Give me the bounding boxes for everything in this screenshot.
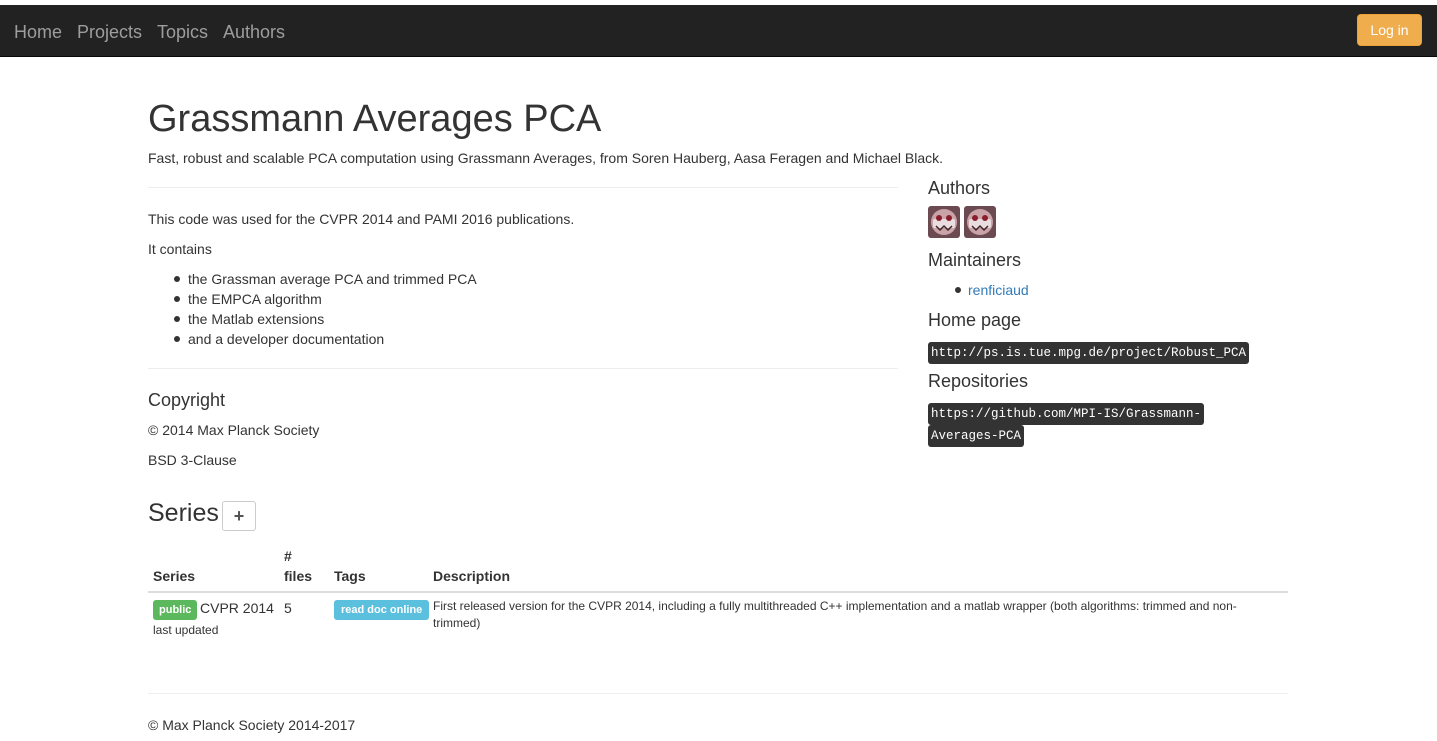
project-subtitle: Fast, robust and scalable PCA computatio… xyxy=(148,150,944,166)
repository-url[interactable]: https://github.com/MPI-IS/Grassmann- xyxy=(928,403,1205,425)
top-navbar: Home Projects Topics Authors Log in xyxy=(0,5,1437,57)
nav-topics-link[interactable]: Topics xyxy=(157,22,208,42)
copyright-heading: Copyright xyxy=(148,390,226,410)
footer-divider xyxy=(148,693,1288,694)
column-header-files: # xyxy=(284,548,292,564)
series-link[interactable]: CVPR 2014 xyxy=(200,598,274,618)
homepage-heading: Home page xyxy=(928,310,1022,330)
list-item: renficiaud xyxy=(955,280,1029,300)
divider xyxy=(148,368,898,369)
file-count: 5 xyxy=(284,600,292,616)
copyright-text: © 2014 Max Planck Society xyxy=(148,422,320,438)
visibility-badge: public xyxy=(153,600,198,620)
project-intro: This code was used for the CVPR 2014 and… xyxy=(148,211,575,227)
repositories-heading: Repositories xyxy=(928,371,1029,391)
homepage-url[interactable]: http://ps.is.tue.mpg.de/project/Robust_P… xyxy=(928,342,1250,364)
column-header-series: Series xyxy=(153,568,196,584)
nav-home-link[interactable]: Home xyxy=(14,22,62,42)
footer-text: © Max Planck Society 2014-2017 xyxy=(148,717,356,733)
maintainer-link[interactable]: renficiaud xyxy=(968,282,1029,298)
authors-heading: Authors xyxy=(928,178,991,198)
repository-url[interactable]: Averages-PCA xyxy=(928,425,1025,447)
list-item: the EMPCA algorithm xyxy=(148,289,477,309)
contents-list: the Grassman average PCA and trimmed PCA… xyxy=(148,269,477,349)
table-header-divider xyxy=(148,591,1288,593)
series-description: First released version for the CVPR 2014… xyxy=(433,599,1237,630)
tag-badge[interactable]: read doc online xyxy=(334,600,430,620)
contains-label: It contains xyxy=(148,241,212,257)
author-avatar[interactable] xyxy=(964,206,996,238)
add-series-button[interactable]: + xyxy=(222,501,256,531)
list-item: the Grassman average PCA and trimmed PCA xyxy=(148,269,477,289)
project-title: Grassmann Averages PCA xyxy=(148,98,602,140)
column-header-files: files xyxy=(284,568,313,584)
last-updated-label: last updated xyxy=(153,623,219,637)
license-text: BSD 3-Clause xyxy=(148,452,237,468)
list-item: the Matlab extensions xyxy=(148,309,477,329)
series-heading: Series xyxy=(148,499,219,527)
maintainers-heading: Maintainers xyxy=(928,250,1022,270)
column-header-description: Description xyxy=(433,568,511,584)
nav-projects-link[interactable]: Projects xyxy=(77,22,142,42)
column-header-tags: Tags xyxy=(334,568,366,584)
nav-authors-link[interactable]: Authors xyxy=(223,22,285,42)
divider xyxy=(148,187,898,188)
list-item: and a developer documentation xyxy=(148,329,477,349)
author-avatar[interactable] xyxy=(928,206,960,238)
login-button[interactable]: Log in xyxy=(1357,14,1422,46)
